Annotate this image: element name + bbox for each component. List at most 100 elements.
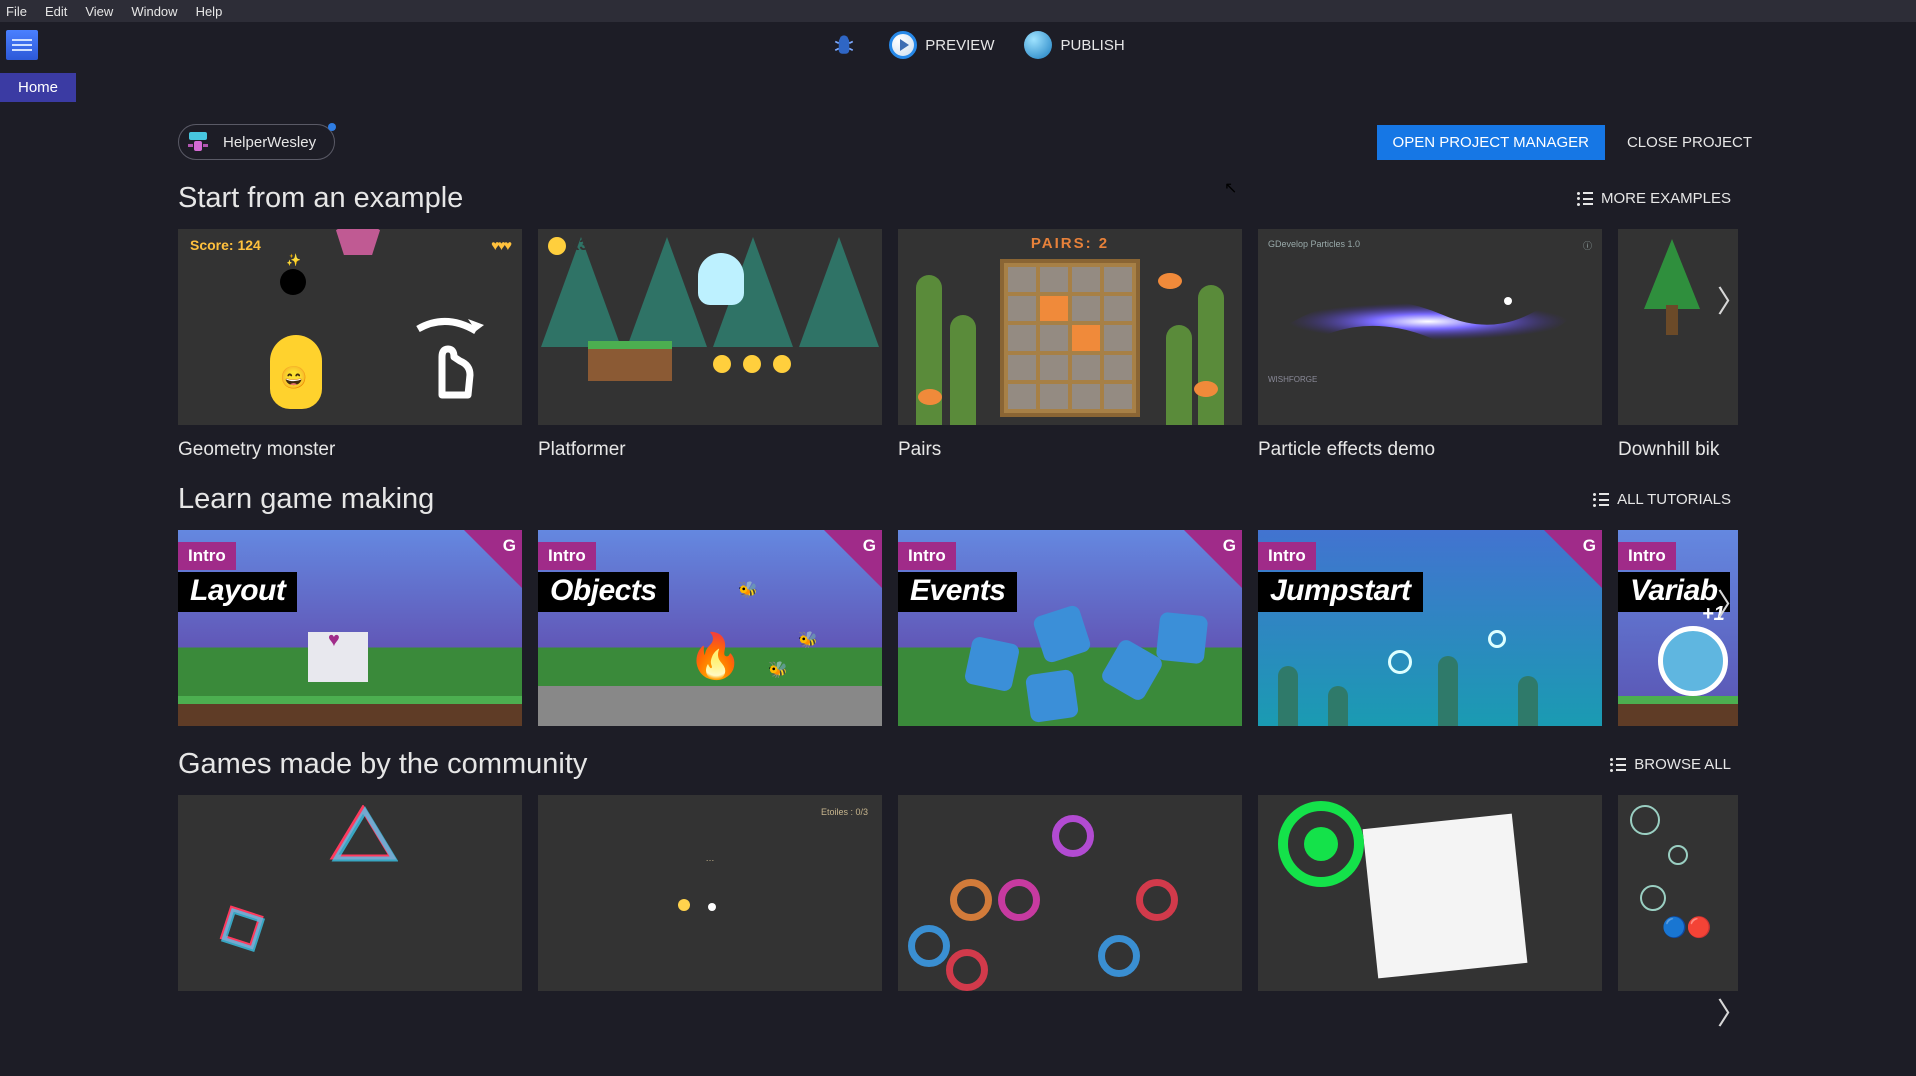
community-thumb xyxy=(898,795,1242,991)
tutorial-card-events[interactable]: G Intro Events xyxy=(898,530,1242,726)
list-icon xyxy=(1577,192,1593,206)
example-label: Platformer xyxy=(538,439,882,461)
tutorial-card-variables[interactable]: G Intro Variab +1 xyxy=(1618,530,1738,726)
score-label: Score: 124 xyxy=(190,237,261,253)
example-label: Geometry monster xyxy=(178,439,522,461)
tutorial-thumb: G Intro Jumpstart xyxy=(1258,530,1602,726)
publish-button[interactable]: PUBLISH xyxy=(1024,31,1124,59)
example-card-geometry-monster[interactable]: Score: 124 ♥♥♥ Geometry monster xyxy=(178,229,522,461)
top-row: HelperWesley OPEN PROJECT MANAGER CLOSE … xyxy=(0,124,1916,160)
example-thumb: GDevelop Particles 1.0 ⓘ WISHFORGE xyxy=(1258,229,1602,425)
menu-edit[interactable]: Edit xyxy=(45,4,67,19)
example-label: Particle effects demo xyxy=(1258,439,1602,461)
learn-scroll-right-button[interactable]: 〉 xyxy=(1712,582,1752,622)
open-project-manager-button[interactable]: OPEN PROJECT MANAGER xyxy=(1377,125,1605,160)
community-card-1[interactable] xyxy=(178,795,522,991)
tutorial-thumb: G Intro Layout ♥ xyxy=(178,530,522,726)
intro-badge: Intro xyxy=(898,542,956,570)
intro-badge: Intro xyxy=(1258,542,1316,570)
community-card-5[interactable]: 🔵🔴 xyxy=(1618,795,1738,991)
example-card-pairs[interactable]: PAIRS: 2 Pairs xyxy=(898,229,1242,461)
chevron-right-icon: 〉 xyxy=(1717,989,1747,1033)
section-learn: Learn game making ALL TUTORIALS G Intro … xyxy=(0,483,1916,726)
tutorial-thumb: G Intro Events xyxy=(898,530,1242,726)
menu-window[interactable]: Window xyxy=(131,4,177,19)
avatar-icon xyxy=(185,129,211,155)
all-tutorials-button[interactable]: ALL TUTORIALS xyxy=(1593,491,1916,508)
example-thumb: Score: 124 ♥♥♥ xyxy=(178,229,522,425)
globe-icon xyxy=(1024,31,1052,59)
community-scroll-right-button[interactable]: 〉 xyxy=(1712,991,1752,1031)
bug-icon xyxy=(829,30,859,60)
info-icon: ⓘ xyxy=(1583,239,1592,257)
chevron-right-icon: 〉 xyxy=(1717,277,1747,321)
tutorial-card-layout[interactable]: G Intro Layout ♥ xyxy=(178,530,522,726)
user-name: HelperWesley xyxy=(223,134,316,151)
project-panel-icon[interactable] xyxy=(6,30,38,60)
notification-dot-icon xyxy=(328,123,336,131)
hearts-icon: ♥♥♥ xyxy=(491,237,510,253)
example-thumb: PAIRS: 2 xyxy=(898,229,1242,425)
menu-help[interactable]: Help xyxy=(196,4,223,19)
all-tutorials-label: ALL TUTORIALS xyxy=(1617,491,1731,508)
preview-button[interactable]: PREVIEW xyxy=(889,31,994,59)
menu-file[interactable]: File xyxy=(6,4,27,19)
tutorial-title: Jumpstart xyxy=(1258,572,1423,612)
tutorial-thumb: G Intro Objects 🔥 🐝🐝🐝 xyxy=(538,530,882,726)
intro-badge: Intro xyxy=(538,542,596,570)
learn-row: G Intro Layout ♥ G Intro Objects 🔥 🐝🐝🐝 xyxy=(178,530,1738,726)
close-project-button[interactable]: CLOSE PROJECT xyxy=(1623,125,1756,160)
tutorial-thumb: G Intro Variab +1 xyxy=(1618,530,1738,726)
play-icon xyxy=(889,31,917,59)
community-card-3[interactable] xyxy=(898,795,1242,991)
intro-badge: Intro xyxy=(178,542,236,570)
particle-trail-icon xyxy=(1278,285,1578,355)
section-title-examples: Start from an example xyxy=(178,182,463,215)
tutorial-card-jumpstart[interactable]: G Intro Jumpstart xyxy=(1258,530,1602,726)
community-thumb xyxy=(178,795,522,991)
example-card-downhill-bike[interactable]: Downhill bik xyxy=(1618,229,1738,461)
tabbar: Home xyxy=(0,68,1916,102)
section-community: Games made by the community BROWSE ALL E… xyxy=(0,748,1916,991)
example-label: Pairs xyxy=(898,439,1242,461)
community-card-4[interactable] xyxy=(1258,795,1602,991)
gdevelop-logo-icon: G xyxy=(503,536,516,556)
example-card-particle-effects[interactable]: GDevelop Particles 1.0 ⓘ WISHFORGE Partic… xyxy=(1258,229,1602,461)
community-card-2[interactable]: Etoiles : 0/3 … xyxy=(538,795,882,991)
example-label: Downhill bik xyxy=(1618,439,1738,461)
section-title-learn: Learn game making xyxy=(178,483,434,516)
tutorial-title: Layout xyxy=(178,572,297,612)
menubar: File Edit View Window Help xyxy=(0,0,1916,22)
browse-all-label: BROWSE ALL xyxy=(1634,756,1731,773)
examples-scroll-right-button[interactable]: 〉 xyxy=(1712,279,1752,319)
community-thumb xyxy=(1258,795,1602,991)
community-thumb: Etoiles : 0/3 … xyxy=(538,795,882,991)
tutorial-card-objects[interactable]: G Intro Objects 🔥 🐝🐝🐝 xyxy=(538,530,882,726)
community-thumb: 🔵🔴 xyxy=(1618,795,1738,991)
browse-all-button[interactable]: BROWSE ALL xyxy=(1610,756,1916,773)
gdevelop-logo-icon: G xyxy=(1583,536,1596,556)
chevron-right-icon: 〉 xyxy=(1717,580,1747,624)
example-thumb: x3 xyxy=(538,229,882,425)
part-title: GDevelop Particles 1.0 xyxy=(1268,239,1360,257)
debug-button[interactable] xyxy=(829,30,859,60)
brand-label: WISHFORGE xyxy=(1268,375,1317,384)
user-chip[interactable]: HelperWesley xyxy=(178,124,335,160)
tutorial-title: Objects xyxy=(538,572,669,612)
stars-label: Etoiles : 0/3 xyxy=(821,807,868,817)
community-row: Etoiles : 0/3 … xyxy=(178,795,1738,991)
list-icon xyxy=(1593,493,1609,507)
home-content: HelperWesley OPEN PROJECT MANAGER CLOSE … xyxy=(0,102,1916,1076)
toolbar: PREVIEW PUBLISH xyxy=(0,22,1916,68)
examples-row: Score: 124 ♥♥♥ Geometry monster x3 Platfo… xyxy=(178,229,1738,461)
list-icon xyxy=(1610,758,1626,772)
more-examples-button[interactable]: MORE EXAMPLES xyxy=(1577,190,1916,207)
preview-label: PREVIEW xyxy=(925,37,994,54)
example-card-platformer[interactable]: x3 Platformer xyxy=(538,229,882,461)
tab-home[interactable]: Home xyxy=(0,73,76,102)
section-title-community: Games made by the community xyxy=(178,748,587,781)
gdevelop-logo-icon: G xyxy=(1223,536,1236,556)
coin-multiplier: x3 xyxy=(570,237,588,254)
swipe-icon xyxy=(398,309,494,405)
menu-view[interactable]: View xyxy=(85,4,113,19)
